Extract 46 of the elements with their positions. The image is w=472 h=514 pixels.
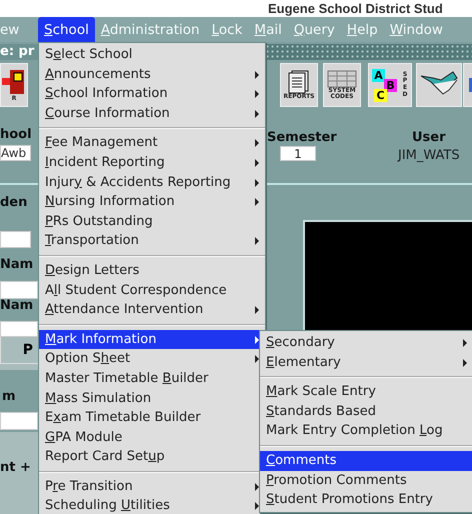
menu-item[interactable]: Mark Entry Completion Log	[260, 421, 472, 441]
window-title: Eugene School District Stud	[0, 0, 472, 17]
menu-item[interactable]: Standards Based	[260, 402, 472, 422]
field-label: Nam	[0, 256, 34, 274]
school-field[interactable]: Awb	[0, 145, 31, 161]
menu-item[interactable]: Elementary	[260, 352, 472, 372]
letter-block: C	[374, 89, 387, 102]
document-icon	[288, 70, 310, 94]
field-label: hool	[0, 126, 32, 144]
toolbar-button[interactable]	[416, 63, 462, 107]
status-text: e: pr	[0, 44, 40, 60]
menu-item[interactable]: Transportation	[39, 231, 265, 251]
menu-item[interactable]: Announcements	[39, 64, 265, 84]
menu-item[interactable]: Promotion Comments	[260, 470, 472, 490]
menu-item[interactable]: Student Promotions Entry	[260, 490, 472, 510]
user-name: JIM_WATS	[398, 147, 460, 165]
menu-item[interactable]: Fee Management	[39, 133, 265, 153]
letter-block: B	[384, 79, 397, 92]
switch-icon	[2, 68, 26, 96]
semester-label: Semester	[267, 129, 337, 147]
field-label: nt +	[0, 459, 31, 477]
menu-item[interactable]: Incident Reporting	[39, 152, 265, 173]
menu-item[interactable]: All Student Correspondence	[39, 280, 265, 300]
user-label: User	[412, 129, 446, 147]
field-label: den	[0, 194, 28, 212]
menu-item[interactable]: PRs Outstanding	[39, 212, 265, 232]
menu-item[interactable]: Comments	[260, 450, 472, 471]
menu-item[interactable]: Nursing Information	[39, 192, 265, 212]
field-label: m	[2, 388, 16, 406]
menu-item[interactable]: Course Information	[39, 104, 265, 124]
semester-field[interactable]: 1	[280, 146, 316, 161]
input-field[interactable]	[0, 412, 38, 430]
input-field[interactable]	[0, 281, 38, 299]
grid-icon	[327, 70, 357, 88]
menu-item[interactable]: School Information	[39, 84, 265, 104]
field-label: Nam	[0, 297, 34, 315]
menu-item[interactable]: Mark Scale Entry	[260, 382, 472, 402]
letter-block: A	[372, 69, 385, 82]
input-field[interactable]	[0, 321, 38, 337]
form-button[interactable]: P	[0, 336, 40, 364]
menu-item[interactable]: Attendance Intervention	[39, 300, 265, 320]
menu-bar-item[interactable]: School	[38, 17, 95, 42]
input-field[interactable]	[0, 231, 31, 248]
menu-item[interactable]: Select School	[39, 45, 265, 65]
menu-item[interactable]: Injury & Accidents Reporting	[39, 172, 265, 192]
menu-item[interactable]: Design Letters	[39, 260, 265, 281]
